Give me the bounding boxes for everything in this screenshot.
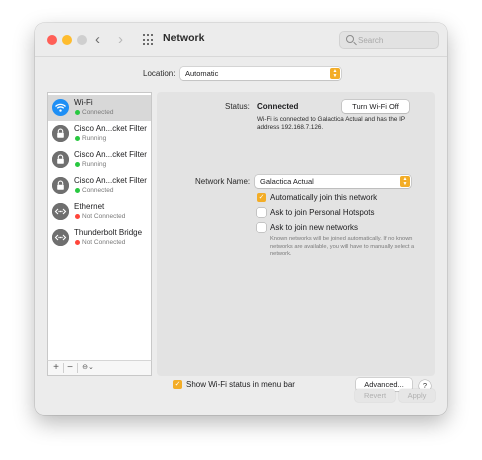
service-list: Wi-Fi Connected Cisco An...cket Filter R… bbox=[47, 92, 152, 376]
service-status: Running bbox=[82, 161, 107, 168]
minimize-window-button[interactable] bbox=[62, 35, 72, 45]
turn-wifi-off-button[interactable]: Turn Wi-Fi Off bbox=[342, 100, 409, 113]
personal-hotspots-checkbox[interactable] bbox=[257, 208, 266, 217]
toolbar: ‹ › Network bbox=[35, 23, 447, 57]
lock-icon bbox=[52, 151, 69, 168]
auto-join-checkbox[interactable]: ✓ bbox=[257, 193, 266, 202]
search-input[interactable] bbox=[358, 33, 436, 47]
service-status: Running bbox=[82, 135, 107, 142]
service-list-toolbar: + − ⊖⌄ bbox=[47, 360, 152, 376]
service-detail-pane: Status: Connected Turn Wi-Fi Off Wi-Fi i… bbox=[157, 92, 435, 392]
service-item-cisco-2[interactable]: Cisco An...cket Filter Running bbox=[48, 147, 151, 173]
ethernet-icon bbox=[52, 203, 69, 220]
network-preferences-window: ‹ › Network Location: Automatic ▲▼ Wi-Fi bbox=[35, 23, 447, 415]
status-dot bbox=[75, 240, 80, 245]
service-item-thunderbolt-bridge[interactable]: Thunderbolt Bridge Not Connected bbox=[48, 225, 151, 251]
divider bbox=[77, 363, 78, 373]
apply-button[interactable]: Apply bbox=[399, 389, 435, 402]
location-popup[interactable]: Automatic ▲ ▼ bbox=[180, 67, 341, 80]
status-dot bbox=[75, 136, 80, 141]
service-name: Cisco An...cket Filter bbox=[74, 150, 147, 159]
service-item-ethernet[interactable]: Ethernet Not Connected bbox=[48, 199, 151, 225]
popup-arrows-icon: ▲ ▼ bbox=[400, 176, 410, 187]
zoom-window-button[interactable] bbox=[77, 35, 87, 45]
service-name: Ethernet bbox=[74, 202, 105, 211]
show-all-grid-icon[interactable] bbox=[143, 34, 155, 46]
service-status: Connected bbox=[82, 187, 114, 194]
new-networks-label: Ask to join new networks bbox=[270, 223, 359, 232]
status-dot bbox=[75, 162, 80, 167]
action-menu-button[interactable]: ⊖⌄ bbox=[79, 362, 97, 374]
status-value: Connected bbox=[257, 102, 299, 111]
network-name-popup[interactable]: Galactica Actual ▲ ▼ bbox=[255, 175, 411, 188]
service-name: Wi-Fi bbox=[74, 98, 93, 107]
service-name: Cisco An...cket Filter bbox=[74, 176, 147, 185]
service-item-cisco-1[interactable]: Cisco An...cket Filter Running bbox=[48, 121, 151, 147]
service-status: Connected bbox=[82, 109, 114, 116]
status-dot bbox=[75, 214, 80, 219]
service-item-cisco-3[interactable]: Cisco An...cket Filter Connected bbox=[48, 173, 151, 199]
service-name: Thunderbolt Bridge bbox=[74, 228, 143, 237]
service-status: Not Connected bbox=[82, 213, 126, 220]
status-description: Wi-Fi is connected to Galactica Actual a… bbox=[257, 116, 405, 132]
wifi-icon bbox=[52, 99, 69, 116]
close-window-button[interactable] bbox=[47, 35, 57, 45]
show-wifi-status-checkbox[interactable]: ✓ bbox=[173, 380, 182, 389]
network-name-value: Galactica Actual bbox=[260, 177, 314, 186]
lock-icon bbox=[52, 125, 69, 142]
forward-arrow-icon[interactable]: › bbox=[118, 30, 123, 50]
back-arrow-icon[interactable]: ‹ bbox=[95, 30, 100, 50]
location-value: Automatic bbox=[185, 69, 219, 78]
remove-service-button[interactable]: − bbox=[64, 362, 76, 374]
search-field[interactable] bbox=[339, 31, 439, 49]
location-label: Location: bbox=[143, 69, 176, 78]
add-service-button[interactable]: + bbox=[50, 362, 62, 374]
search-icon bbox=[346, 35, 354, 43]
network-name-label: Network Name: bbox=[195, 177, 251, 186]
auto-join-label: Automatically join this network bbox=[270, 193, 378, 202]
popup-arrows-icon: ▲ ▼ bbox=[330, 68, 340, 79]
new-networks-checkbox[interactable] bbox=[257, 223, 266, 232]
service-status: Not Connected bbox=[82, 239, 126, 246]
show-wifi-status-label: Show Wi-Fi status in menu bar bbox=[186, 380, 295, 389]
personal-hotspots-label: Ask to join Personal Hotspots bbox=[270, 208, 375, 217]
revert-button[interactable]: Revert bbox=[355, 389, 395, 402]
service-item-wifi[interactable]: Wi-Fi Connected bbox=[48, 95, 151, 121]
status-dot bbox=[75, 110, 80, 115]
window-title: Network bbox=[163, 32, 205, 44]
known-networks-note: Known networks will be joined automatica… bbox=[270, 236, 415, 257]
status-dot bbox=[75, 188, 80, 193]
lock-icon bbox=[52, 177, 69, 194]
service-name: Cisco An...cket Filter bbox=[74, 124, 147, 133]
thunderbolt-bridge-icon bbox=[52, 229, 69, 246]
status-label: Status: bbox=[225, 102, 250, 111]
